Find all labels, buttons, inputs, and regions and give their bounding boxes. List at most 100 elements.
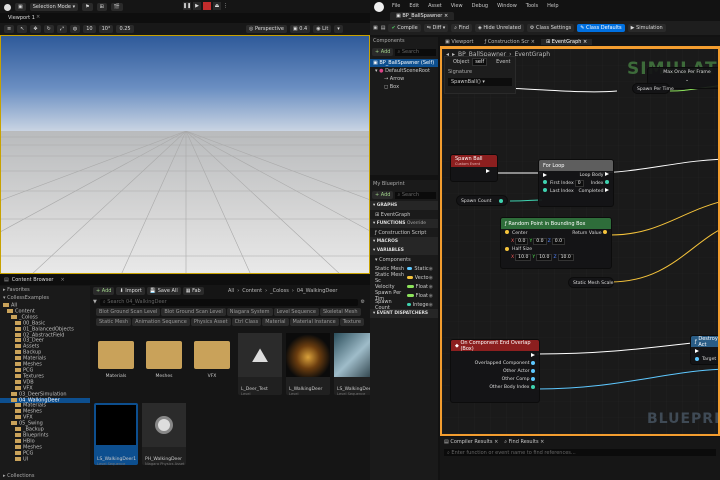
- class-defaults-button[interactable]: ✎ Class Defaults: [577, 24, 625, 32]
- tab-viewport[interactable]: ▣ Viewport: [440, 39, 478, 45]
- save-icon[interactable]: ▣: [15, 3, 26, 11]
- menu-icon[interactable]: ≡: [4, 25, 15, 33]
- stop-icon[interactable]: [203, 2, 211, 10]
- variable-type[interactable]: Static: [414, 266, 428, 272]
- eject-icon[interactable]: ⏏: [213, 2, 221, 10]
- component-self-row[interactable]: ▣ BP_BallSpawner (Self): [370, 59, 438, 67]
- simulation-button[interactable]: ▶ Simulation: [627, 24, 666, 32]
- tab-eventgraph[interactable]: ⊞ EventGraph ×: [541, 38, 593, 45]
- variable-item[interactable]: Spawn Count Intege ◉: [370, 299, 438, 311]
- content-browser-tab[interactable]: Content Browser: [12, 277, 54, 283]
- visibility-icon[interactable]: ◉: [429, 284, 433, 290]
- menu-help[interactable]: Help: [547, 3, 558, 9]
- exec-out-pin-icon[interactable]: [605, 172, 609, 176]
- scale-snap-field[interactable]: 0.25: [116, 25, 134, 33]
- component-arrow-row[interactable]: → Arrow: [370, 75, 438, 83]
- save-icon[interactable]: ▣: [373, 25, 378, 31]
- component-search-input[interactable]: ⌕ Search: [395, 48, 436, 56]
- random-point-node[interactable]: ƒ Random Point in Bounding Box Center Ret…: [500, 217, 612, 269]
- close-icon[interactable]: ×: [60, 277, 64, 283]
- diff-button[interactable]: ⇋ Diff ▾: [423, 24, 449, 32]
- filter-chip[interactable]: Animation Sequence: [132, 318, 190, 326]
- breadcrumb-all[interactable]: All: [228, 288, 234, 294]
- exec-out-pin-icon[interactable]: [531, 353, 535, 357]
- vector-pin-icon[interactable]: [505, 230, 509, 234]
- filter-chip[interactable]: Material: [262, 318, 289, 326]
- menu-view[interactable]: View: [451, 3, 463, 9]
- select-tool-icon[interactable]: ↖: [17, 25, 28, 33]
- menu-tools[interactable]: Tools: [526, 3, 538, 9]
- filter-chip[interactable]: Texture: [339, 318, 364, 326]
- filter-chip[interactable]: Level Sequence: [273, 308, 319, 316]
- exec-in-pin-icon[interactable]: [695, 349, 699, 353]
- level-viewport[interactable]: [0, 35, 370, 274]
- int-pin-icon[interactable]: [543, 188, 547, 192]
- object-pin-icon[interactable]: [531, 377, 535, 381]
- component-box-row[interactable]: ◻ Box: [370, 83, 438, 91]
- menu-asset[interactable]: Asset: [428, 3, 442, 9]
- breadcrumb-eventgraph[interactable]: EventGraph: [514, 51, 550, 58]
- static-mesh-scale-variable-node[interactable]: Static Mesh Scale: [568, 277, 614, 288]
- spawn-ball-event-node[interactable]: Spawn Ball Custom Event: [450, 154, 498, 182]
- filter-chip[interactable]: Niagara System: [226, 308, 273, 316]
- for-loop-node[interactable]: For Loop Loop Body First Index 0 Index Las…: [538, 159, 614, 207]
- perspective-dropdown[interactable]: ◎ Perspective: [246, 25, 287, 33]
- components-subcategory[interactable]: ▾ Components: [370, 255, 438, 264]
- breadcrumb-coloss[interactable]: _Coloss: [270, 288, 289, 294]
- int-pin-icon[interactable]: [543, 179, 547, 184]
- breadcrumb-walkingdeer[interactable]: 04_WalkingDeer: [297, 288, 338, 294]
- object-pin-icon[interactable]: [531, 361, 535, 365]
- collections-header[interactable]: Collections: [7, 473, 34, 479]
- compile-button[interactable]: ✔ Compile: [388, 24, 421, 32]
- filter-chip[interactable]: Blot Ground Scan Level: [161, 308, 226, 316]
- center-z-input[interactable]: 0.0: [551, 237, 566, 245]
- variables-category[interactable]: ▾ VARIABLES: [370, 246, 438, 255]
- build-icon[interactable]: ⚑: [82, 3, 93, 11]
- filter-icon[interactable]: ▼: [93, 299, 97, 305]
- import-button[interactable]: ⬇ Import: [116, 287, 145, 295]
- hide-unrelated-button[interactable]: ◈ Hide Unrelated: [474, 24, 524, 32]
- spawn-count-variable-node[interactable]: Spawn Count: [456, 195, 508, 206]
- chevron-down-icon[interactable]: ▾: [3, 295, 6, 301]
- center-y-input[interactable]: 0.0: [533, 237, 547, 245]
- fab-button[interactable]: ▦ Fab: [182, 287, 204, 295]
- chevron-down-icon[interactable]: ⌄: [685, 78, 689, 83]
- grid-snap-field[interactable]: 10: [83, 25, 96, 33]
- visibility-icon[interactable]: ◉: [429, 293, 433, 299]
- variable-item[interactable]: Static Mesh Sc Vecto ◉: [370, 272, 438, 284]
- tree-folder-item[interactable]: UI: [0, 456, 90, 463]
- project-header[interactable]: CollessExamples: [7, 295, 49, 301]
- functions-category[interactable]: ▾ FUNCTIONS Override: [370, 219, 438, 228]
- center-x-input[interactable]: 0.0: [515, 237, 529, 245]
- blueprint-icon[interactable]: ⊞: [96, 3, 107, 11]
- eventgraph-item[interactable]: ⊞ EventGraph: [370, 210, 438, 219]
- visibility-icon[interactable]: ◉: [429, 266, 433, 272]
- settings-icon[interactable]: ⚙: [361, 299, 365, 305]
- chevron-right-icon[interactable]: ▸: [3, 287, 6, 293]
- spawn-per-time-variable-node[interactable]: Spawn Per Time: [632, 83, 674, 94]
- filter-chip[interactable]: Static Mesh: [96, 318, 132, 326]
- asset-tile[interactable]: VFX: [190, 337, 234, 399]
- vector-pin-icon[interactable]: [603, 230, 607, 234]
- tab-compiler-results[interactable]: ▤ Compiler Results ×: [444, 439, 498, 445]
- show-icon[interactable]: ▾: [334, 25, 343, 33]
- exec-in-pin-icon[interactable]: [543, 173, 547, 177]
- add-component-button[interactable]: + Add: [372, 48, 394, 56]
- int-pin-icon[interactable]: [605, 180, 609, 184]
- dispatchers-category[interactable]: ▾ EVENT DISPATCHERS: [370, 309, 438, 318]
- asset-tile[interactable]: Meshes: [142, 337, 186, 399]
- menu-window[interactable]: Window: [497, 3, 517, 9]
- asset-tile[interactable]: Materials: [94, 337, 138, 399]
- exec-out-pin-icon[interactable]: [605, 188, 609, 192]
- variable-type[interactable]: Intege: [413, 302, 429, 308]
- add-button[interactable]: + Add: [93, 287, 115, 295]
- on-component-end-overlap-node[interactable]: ◆ On Component End Overlap (Box) Overlap…: [450, 339, 540, 403]
- find-input[interactable]: ⌕ Enter function or event name to find r…: [444, 449, 716, 456]
- variable-type[interactable]: Vecto: [415, 275, 429, 281]
- override-dropdown[interactable]: Override: [407, 221, 426, 226]
- menu-file[interactable]: File: [392, 3, 400, 9]
- ue-logo-icon[interactable]: [374, 2, 384, 12]
- half-size-z-input[interactable]: 10.0: [557, 253, 574, 261]
- selection-mode-dropdown[interactable]: Selection Mode ▾: [29, 3, 79, 11]
- more-icon[interactable]: ⋮: [223, 3, 228, 9]
